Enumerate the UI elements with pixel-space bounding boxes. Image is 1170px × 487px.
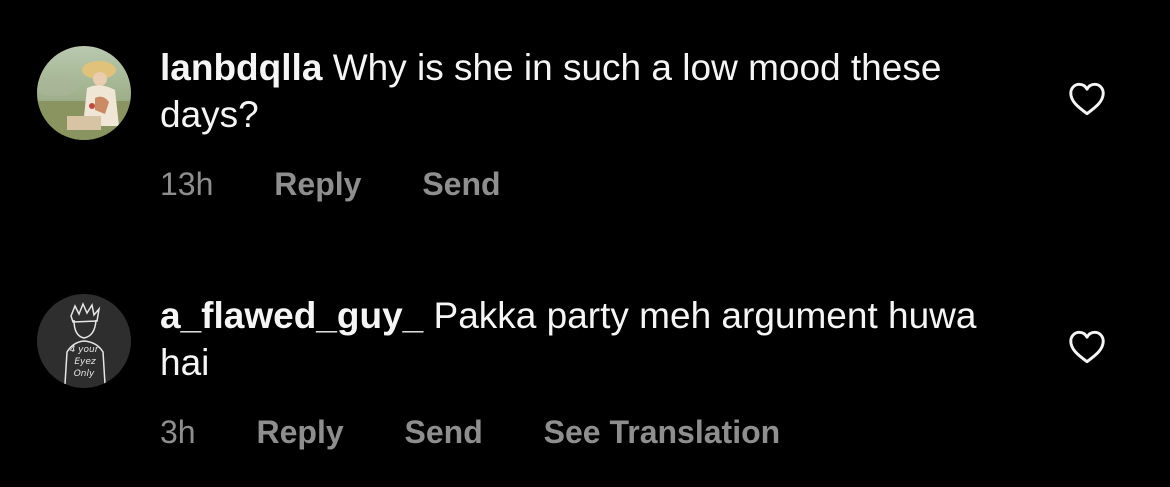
comment-body: lanbdqlla Why is she in such a low mood …: [160, 44, 1020, 138]
reply-button[interactable]: Reply: [256, 412, 343, 452]
comment-time: 13h: [160, 166, 214, 202]
like-button[interactable]: [1068, 330, 1106, 364]
comment-time: 3h: [160, 414, 196, 450]
comment-body: a_flawed_guy_ Pakka party meh argument h…: [160, 292, 1020, 386]
send-button[interactable]: Send: [405, 412, 483, 452]
like-button[interactable]: [1068, 82, 1106, 116]
heart-outline-icon: [1069, 82, 1105, 116]
avatar[interactable]: 4 your Eyez Only: [37, 294, 131, 388]
heart-outline-icon: [1069, 330, 1105, 364]
avatar-text-line: 4 your: [70, 345, 100, 355]
comment-username[interactable]: lanbdqlla: [160, 47, 322, 88]
comment-meta: 3h Reply Send See Translation: [160, 412, 832, 452]
painting-avatar-icon: [37, 46, 131, 140]
reply-button[interactable]: Reply: [274, 164, 361, 204]
comment-username[interactable]: a_flawed_guy_: [160, 295, 423, 336]
sketch-avatar-icon: 4 your Eyez Only: [37, 294, 131, 388]
see-translation-button[interactable]: See Translation: [544, 412, 781, 452]
comment-meta: 13h Reply Send: [160, 164, 553, 204]
avatar-text-line: Only: [74, 369, 95, 379]
avatar-text-line: Eyez: [74, 357, 96, 367]
send-button[interactable]: Send: [422, 164, 500, 204]
avatar[interactable]: [37, 46, 131, 140]
